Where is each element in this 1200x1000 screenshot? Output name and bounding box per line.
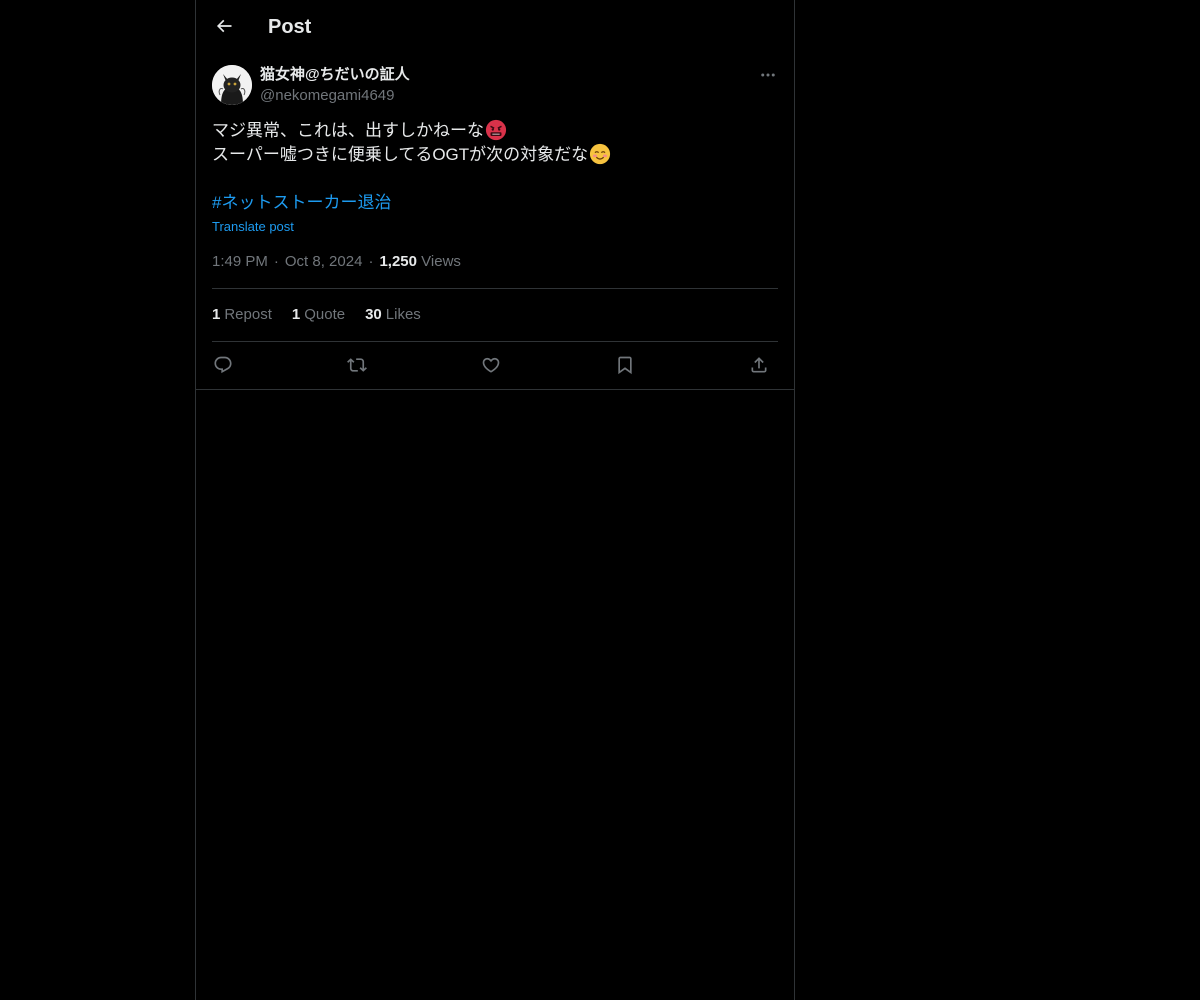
quotes-count: 1 [291, 306, 301, 323]
reposts-count: 1 [212, 306, 221, 323]
views-count: 1,250 [379, 253, 417, 270]
like-button[interactable] [476, 350, 506, 380]
views-label: Views [421, 253, 461, 270]
author-handle[interactable]: @nekomegami4649 [260, 86, 394, 106]
post-line-2: スーパー嘘つきに便乗してるOGTが次の対象だな [212, 143, 778, 167]
post-line-2-text: スーパー嘘つきに便乗してるOGTが次の対象だな [212, 145, 589, 164]
hashtag-link[interactable]: #ネットストーカー退治 [212, 191, 391, 215]
reposts-label: Repost [224, 306, 272, 323]
cat-avatar-icon [212, 65, 252, 105]
bookmark-icon [618, 356, 632, 375]
post-line-1: マジ異常、これは、出すしかねーな [212, 119, 778, 143]
post-time[interactable]: 1:49 PM [212, 253, 268, 270]
translate-post-link[interactable]: Translate post [212, 218, 294, 236]
post-text: マジ異常、これは、出すしかねーな スーパー嘘つきに便乗してるOGTが次の対象だな [212, 119, 778, 167]
post-bottom-border [196, 389, 794, 390]
repost-button[interactable] [342, 350, 372, 380]
quotes-label: Quote [304, 306, 346, 323]
post-meta: 1:49 PM · Oct 8, 2024 · 1,250 Views [212, 253, 461, 270]
likes-count: 30 [365, 306, 382, 323]
post-actions [212, 350, 778, 380]
likes-label: Likes [385, 306, 421, 323]
share-icon [751, 357, 767, 373]
likes-stat[interactable]: 30 Likes [365, 305, 421, 325]
main-column: Post 猫女神@ちだいの証人 @nekomegami4649 マジ異常、これは… [195, 0, 795, 1000]
reply-button[interactable] [208, 350, 238, 380]
post-date[interactable]: Oct 8, 2024 [285, 253, 363, 270]
post-header: Post [196, 0, 794, 54]
heart-icon [482, 357, 500, 373]
reply-icon [214, 356, 232, 374]
reposts-stat[interactable]: 1 Repost [212, 305, 272, 325]
post-stats: 1 Repost 1 Quote 30 Likes [212, 305, 421, 325]
quotes-stat[interactable]: 1 Quote [292, 305, 345, 325]
more-options-button[interactable] [754, 64, 782, 86]
smiling-face-emoji-icon [590, 143, 611, 165]
avatar[interactable] [212, 65, 252, 105]
repost-icon [347, 358, 367, 372]
arrow-left-icon [216, 19, 232, 33]
bookmark-button[interactable] [610, 350, 640, 380]
author-display-name[interactable]: 猫女神@ちだいの証人 [260, 65, 410, 85]
post-line-1-text: マジ異常、これは、出すしかねーな [212, 121, 484, 140]
divider-top [212, 288, 778, 289]
share-button[interactable] [744, 350, 774, 380]
page-title: Post [268, 16, 312, 38]
more-horizontal-icon [761, 73, 775, 77]
angry-face-emoji-icon [485, 119, 507, 141]
divider-bottom [212, 341, 778, 342]
back-button[interactable] [206, 8, 242, 44]
